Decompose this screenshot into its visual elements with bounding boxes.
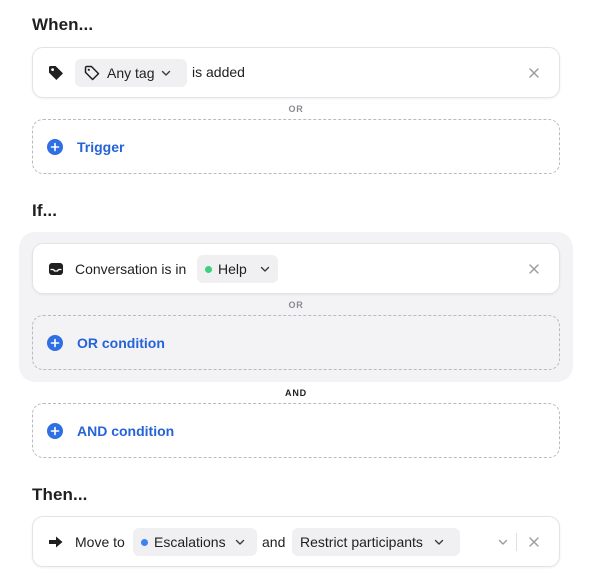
plus-icon: [47, 423, 63, 439]
chevron-down-icon: [259, 263, 271, 275]
add-or-condition-button[interactable]: OR condition: [32, 315, 560, 370]
arrow-right-icon: [46, 532, 66, 552]
action-prefix: Move to: [75, 534, 125, 550]
destination-select[interactable]: Escalations: [133, 528, 257, 556]
inbox-select-value: Help: [218, 261, 247, 277]
plus-icon: [47, 335, 63, 351]
action-card: Move to Escalations and Restrict partici…: [32, 516, 560, 567]
or-separator: OR: [288, 104, 304, 114]
or-separator: OR: [288, 300, 304, 310]
trigger-suffix: is added: [192, 64, 245, 80]
inbox-icon: [46, 259, 66, 279]
when-heading: When...: [32, 15, 94, 34]
condition-card: Conversation is in Help: [32, 243, 560, 294]
participants-select-value: Restrict participants: [300, 534, 423, 550]
inbox-status-dot: [205, 265, 212, 273]
divider: [516, 533, 517, 551]
tag-outline-icon: [83, 64, 101, 82]
participants-select[interactable]: Restrict participants: [292, 528, 460, 556]
action-joiner: and: [262, 534, 286, 550]
chevron-down-icon: [433, 536, 445, 548]
expand-chevron-icon[interactable]: [497, 536, 509, 548]
chevron-down-icon: [160, 67, 172, 79]
remove-trigger-icon[interactable]: [527, 66, 541, 80]
add-and-condition-label: AND condition: [77, 423, 175, 439]
add-or-condition-label: OR condition: [77, 335, 165, 351]
chevron-down-icon: [234, 536, 246, 548]
and-separator: AND: [285, 388, 307, 398]
remove-condition-icon[interactable]: [527, 262, 541, 276]
destination-select-value: Escalations: [154, 534, 226, 550]
tag-icon: [46, 63, 66, 83]
inbox-select[interactable]: Help: [197, 255, 278, 283]
remove-action-icon[interactable]: [527, 535, 541, 549]
add-trigger-button[interactable]: Trigger: [32, 119, 560, 174]
then-heading: Then...: [32, 485, 88, 504]
add-trigger-label: Trigger: [77, 139, 125, 155]
tag-select[interactable]: Any tag: [75, 59, 187, 87]
condition-prefix: Conversation is in: [75, 261, 187, 277]
add-and-condition-button[interactable]: AND condition: [32, 403, 560, 458]
plus-icon: [47, 139, 63, 155]
tag-select-value: Any tag: [107, 65, 155, 81]
destination-status-dot: [141, 538, 148, 546]
if-heading: If...: [32, 201, 58, 220]
trigger-card: Any tag is added: [32, 47, 560, 98]
